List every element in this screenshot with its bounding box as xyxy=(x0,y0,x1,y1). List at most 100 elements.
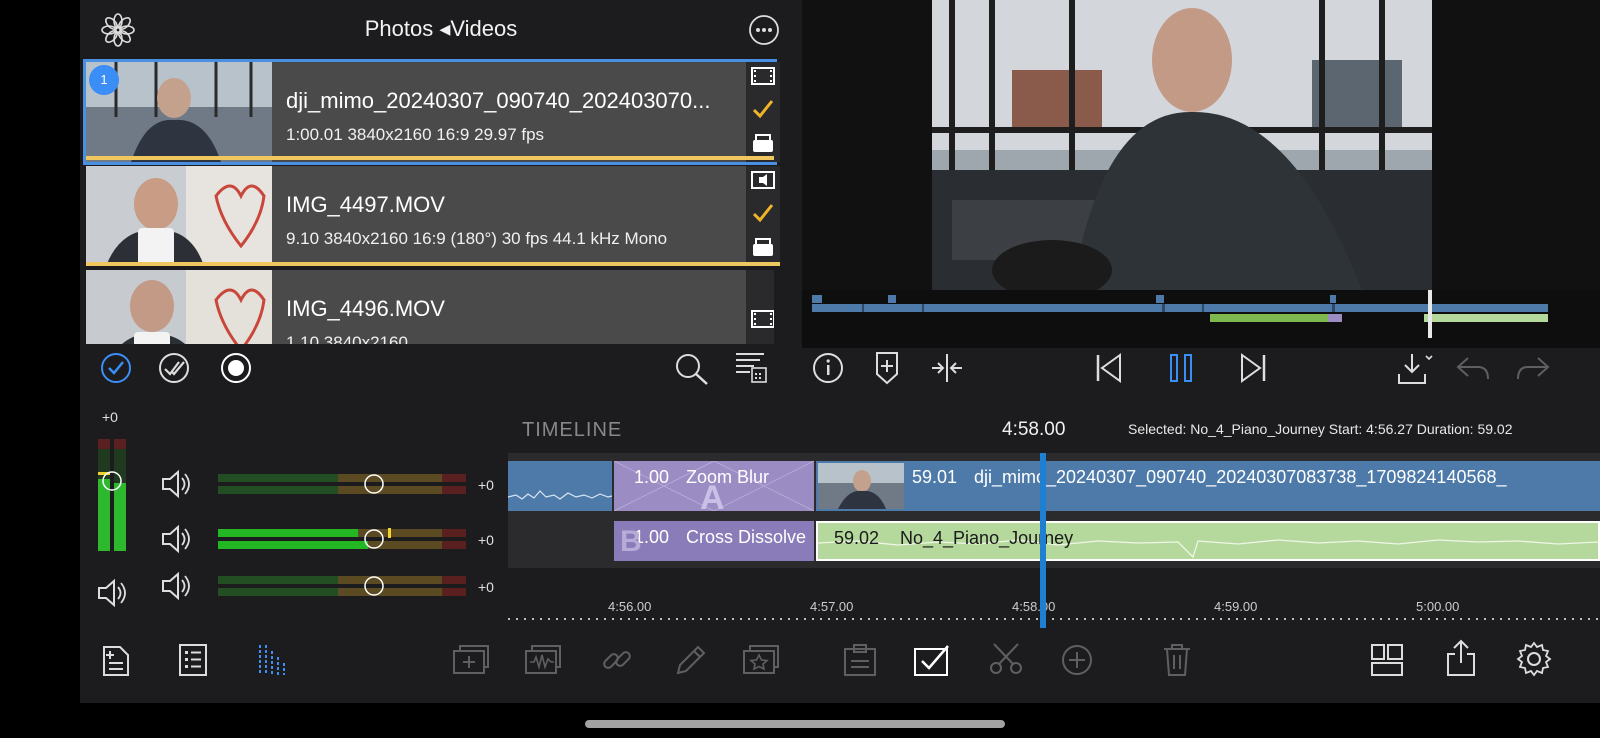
timeline-label: TIMELINE xyxy=(522,419,623,441)
browser-title[interactable]: Photos ◂Videos xyxy=(80,16,802,42)
ruler-label: 4:57.00 xyxy=(810,599,854,614)
pencil-icon[interactable] xyxy=(674,643,708,677)
media-item-status-column xyxy=(746,270,774,344)
ruler-label: 4:58.00 xyxy=(1012,599,1056,614)
audio-mixer: +0 +0 +0 +0 xyxy=(80,405,508,631)
checkmark-icon xyxy=(752,100,774,119)
checkmark-icon xyxy=(752,204,774,223)
record-icon[interactable] xyxy=(220,352,252,384)
info-icon[interactable] xyxy=(812,352,844,384)
layout-icon[interactable] xyxy=(1370,643,1404,677)
select-all-icon[interactable] xyxy=(158,352,192,384)
audio-clip-music[interactable]: 59.02 No_4_Piano_Journey xyxy=(816,521,1600,561)
time-ruler[interactable]: 4:56.00 4:57.00 4:58.00 4:59.00 5:00.00 xyxy=(508,575,1600,631)
media-item-status-column xyxy=(746,62,780,162)
favorite-clip-icon[interactable] xyxy=(742,643,780,677)
selection-indicator-bar xyxy=(86,156,774,160)
add-audio-icon[interactable] xyxy=(524,643,562,677)
transition-zoom-blur[interactable]: 1.00 Zoom Blur A xyxy=(614,461,814,517)
sort-filter-icon[interactable] xyxy=(734,350,768,384)
media-browser: Photos ◂Videos 1 dji_mimo_20240307_09074… xyxy=(80,0,802,405)
browser-header: Photos ◂Videos xyxy=(80,0,802,60)
track-speaker-icon[interactable] xyxy=(160,468,194,500)
undo-icon[interactable] xyxy=(1454,354,1492,382)
media-item-meta: 1.10 3840x2160 xyxy=(286,333,408,344)
skip-forward-icon[interactable] xyxy=(1238,352,1268,384)
add-circle-icon[interactable] xyxy=(1060,643,1094,677)
video-viewer[interactable] xyxy=(802,0,1600,290)
storage-icon xyxy=(753,134,773,152)
track-gain-label: +0 xyxy=(478,579,494,595)
selection-order-badge: 1 xyxy=(89,65,119,95)
film-audio-icon xyxy=(751,171,775,189)
add-marker-icon[interactable] xyxy=(874,350,900,386)
selection-indicator-bar xyxy=(86,262,780,266)
track-volume-slider[interactable] xyxy=(218,573,468,599)
clip-name: No_4_Piano_Journey xyxy=(900,528,1074,548)
pause-icon[interactable] xyxy=(1168,352,1194,384)
media-item[interactable]: IMG_4497.MOV 9.10 3840x2160 16:9 (180°) … xyxy=(86,166,780,266)
redo-icon[interactable] xyxy=(1514,354,1552,382)
viewer-letterbox-left xyxy=(802,0,932,290)
select-check-icon[interactable] xyxy=(100,352,132,384)
viewer-letterbox-right xyxy=(1432,0,1600,290)
master-speaker-icon[interactable] xyxy=(96,577,130,609)
import-download-icon[interactable] xyxy=(1396,352,1434,386)
film-icon xyxy=(751,67,775,85)
media-item[interactable]: IMG_4496.MOV 1.10 3840x2160 xyxy=(86,270,774,344)
transition-letter: A xyxy=(700,479,725,517)
ruler-ticks xyxy=(508,618,1600,620)
current-time: 4:58.00 xyxy=(1002,419,1066,440)
clipboard-icon[interactable] xyxy=(842,643,878,677)
timeline-panel[interactable]: TIMELINE 4:58.00 Selected: No_4_Piano_Jo… xyxy=(507,405,1600,631)
select-clips-icon[interactable] xyxy=(912,643,952,677)
media-item-name: IMG_4496.MOV xyxy=(286,296,445,321)
media-item-name: IMG_4497.MOV xyxy=(286,192,445,217)
trash-icon[interactable] xyxy=(1162,643,1192,677)
media-thumbnail xyxy=(86,270,272,344)
link-icon[interactable] xyxy=(600,643,634,677)
playhead[interactable] xyxy=(1040,453,1046,628)
media-item[interactable]: 1 dji_mimo_20240307_090740_202403070... … xyxy=(83,59,780,165)
more-options-icon[interactable] xyxy=(748,14,780,46)
video-frame xyxy=(932,0,1432,290)
track-gain-label: +0 xyxy=(478,477,494,493)
transition-cross-dissolve[interactable]: 1.00 Cross Dissolve B xyxy=(614,521,814,561)
audio-waveform xyxy=(507,490,613,500)
master-level-meter[interactable] xyxy=(98,439,128,551)
timeline-overview[interactable] xyxy=(802,290,1600,348)
transition-name: Zoom Blur xyxy=(686,467,770,487)
transport-bar xyxy=(802,348,1600,405)
transition-name: Cross Dissolve xyxy=(686,527,807,547)
clip-duration: 59.01 xyxy=(912,467,958,487)
track-volume-slider[interactable] xyxy=(218,526,468,552)
skip-back-icon[interactable] xyxy=(1094,352,1124,384)
track-gain-label: +0 xyxy=(478,532,494,548)
media-item-meta: 1:00.01 3840x2160 16:9 29.97 fps xyxy=(286,125,545,144)
clip-thumbnail xyxy=(818,463,904,509)
search-icon[interactable] xyxy=(674,352,710,386)
transition-letter: B xyxy=(620,525,642,558)
track-speaker-icon[interactable] xyxy=(160,523,194,555)
transition-duration: 1.00 xyxy=(634,467,670,487)
add-clip-icon[interactable] xyxy=(452,643,490,677)
timeline-tracks[interactable]: 1.00 Zoom Blur A 59.01 dji_mimo_20240307… xyxy=(507,453,1600,568)
project-add-icon[interactable] xyxy=(100,643,132,679)
scissors-icon[interactable] xyxy=(988,641,1024,677)
inspector-list-icon[interactable] xyxy=(178,643,208,677)
video-clip-prev[interactable] xyxy=(507,461,613,511)
film-icon xyxy=(751,310,774,328)
track-volume-slider[interactable] xyxy=(218,471,468,497)
video-frame-image xyxy=(932,0,1432,290)
settings-gear-icon[interactable] xyxy=(1516,641,1552,677)
video-clip-main[interactable]: 59.01 dji_mimo_20240307_090740_202403070… xyxy=(816,461,1600,511)
share-icon[interactable] xyxy=(1444,639,1478,677)
master-gain-label: +0 xyxy=(102,409,118,425)
media-item-name: dji_mimo_20240307_090740_202403070... xyxy=(286,88,711,113)
browser-toolbar xyxy=(80,344,802,405)
track-speaker-icon[interactable] xyxy=(160,570,194,602)
left-gutter xyxy=(0,405,80,703)
split-icon[interactable] xyxy=(930,352,964,384)
media-thumbnail: 1 xyxy=(86,62,272,162)
audio-mixer-icon[interactable] xyxy=(256,643,290,677)
